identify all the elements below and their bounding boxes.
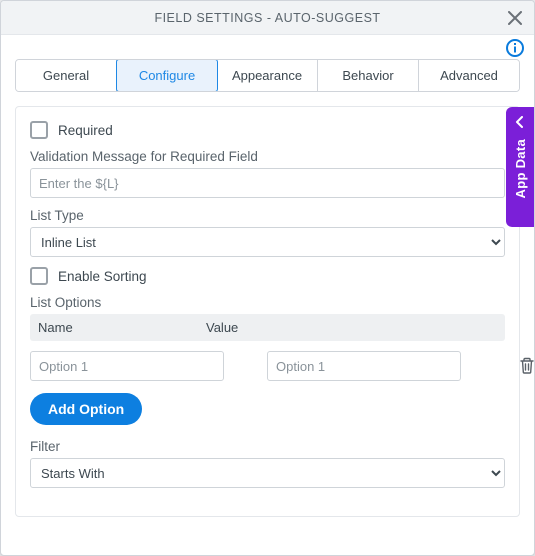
info-icon[interactable]	[506, 39, 524, 57]
close-icon[interactable]	[504, 7, 526, 29]
column-name: Name	[38, 320, 206, 335]
app-data-drawer[interactable]: App Data	[506, 107, 534, 227]
required-label: Required	[58, 123, 113, 138]
add-option-button[interactable]: Add Option	[30, 393, 142, 425]
column-value: Value	[206, 320, 374, 335]
option-value-input[interactable]	[267, 351, 461, 381]
filter-label: Filter	[30, 439, 505, 454]
tab-bar: General Configure Appearance Behavior Ad…	[15, 59, 520, 92]
filter-select[interactable]: Starts With	[30, 458, 505, 488]
trash-icon[interactable]	[519, 355, 535, 377]
required-checkbox[interactable]	[30, 121, 48, 139]
dialog-title: FIELD SETTINGS - AUTO-SUGGEST	[154, 11, 380, 25]
tab-advanced[interactable]: Advanced	[419, 60, 519, 91]
list-option-row	[30, 351, 505, 381]
chevron-left-icon	[515, 115, 525, 133]
validation-message-label: Validation Message for Required Field	[30, 149, 505, 164]
tab-general[interactable]: General	[16, 60, 117, 91]
info-row	[1, 35, 534, 57]
tab-configure[interactable]: Configure	[116, 59, 218, 92]
list-type-select[interactable]: Inline List	[30, 227, 505, 257]
titlebar: FIELD SETTINGS - AUTO-SUGGEST	[1, 1, 534, 35]
list-type-label: List Type	[30, 208, 505, 223]
enable-sorting-label: Enable Sorting	[58, 269, 147, 284]
tab-appearance[interactable]: Appearance	[217, 60, 318, 91]
option-name-input[interactable]	[30, 351, 224, 381]
tab-behavior[interactable]: Behavior	[318, 60, 419, 91]
app-data-label: App Data	[513, 139, 528, 198]
list-options-label: List Options	[30, 295, 505, 310]
configure-panel: Required Validation Message for Required…	[15, 106, 520, 517]
enable-sorting-checkbox[interactable]	[30, 267, 48, 285]
validation-message-input[interactable]	[30, 168, 505, 198]
dialog: FIELD SETTINGS - AUTO-SUGGEST General Co…	[0, 0, 535, 556]
list-options-header: Name Value	[30, 314, 505, 341]
